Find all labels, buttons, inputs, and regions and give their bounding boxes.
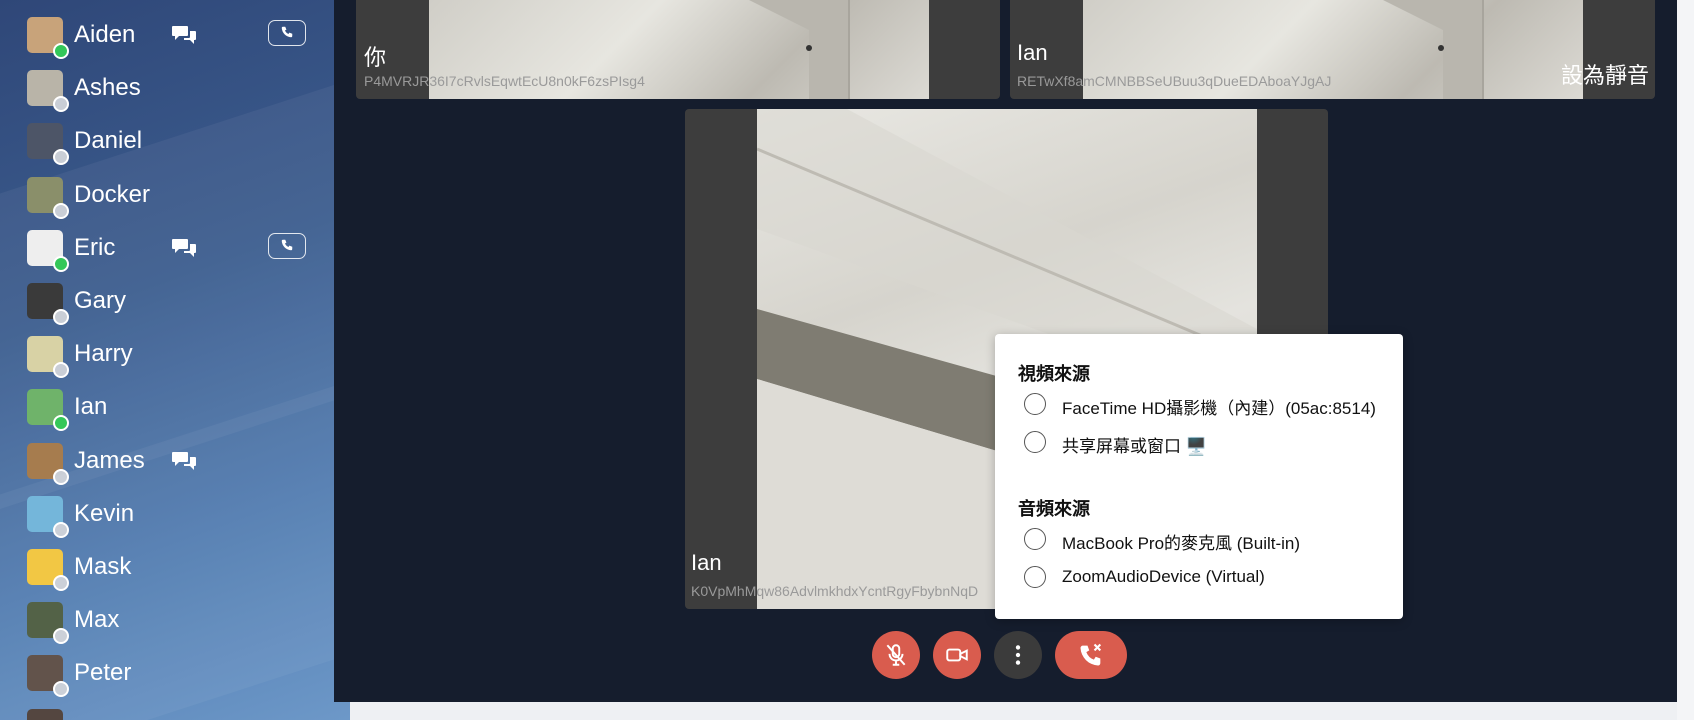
radio-button[interactable]: [1024, 431, 1046, 453]
contact-name: Ian: [74, 393, 108, 421]
offline-status-icon: [53, 575, 69, 591]
offline-status-icon: [53, 309, 69, 325]
participant-id: P4MVRJR36I7cRvlsEqwtEcU8n0kF6zsPIsg4: [364, 73, 645, 89]
participant-id: RETwXf8amCMNBBSeUBuu3qDueEDAboaYJgAJ: [1017, 73, 1332, 89]
contact-item-ian[interactable]: Ian: [0, 380, 340, 433]
contact-name: Kevin: [74, 499, 135, 527]
contact-item-peter[interactable]: Peter: [0, 646, 340, 699]
phone-hangup-icon: [1080, 643, 1102, 666]
contact-name: Eric: [74, 233, 116, 261]
chat-bubbles-icon[interactable]: [171, 450, 197, 472]
hang-up-button[interactable]: [1055, 631, 1127, 679]
device-source-menu: 視頻來源 FaceTime HD攝影機（內建）(05ac:8514) 共享屏幕或…: [995, 334, 1403, 619]
option-label: MacBook Pro的麥克風 (Built-in): [1062, 534, 1301, 553]
contact-name: James: [74, 446, 145, 474]
contact-name: Harry: [74, 340, 133, 368]
offline-status-icon: [53, 521, 69, 538]
offline-status-icon: [53, 628, 69, 645]
call-button[interactable]: [268, 232, 306, 259]
video-source-title: 視頻來源: [1018, 364, 1090, 384]
camera-toggle-button[interactable]: [933, 631, 981, 679]
contact-item-eric[interactable]: Eric: [0, 221, 340, 274]
call-button[interactable]: [268, 20, 306, 46]
participant-name: Ian: [691, 550, 722, 575]
offline-status-icon: [53, 202, 69, 219]
participant-id: K0VpMhMqw86AdvlmkhdxYcntRgyFbybnNqD: [691, 583, 979, 599]
contact-item-gary[interactable]: Gary: [0, 274, 340, 327]
contact-item-partial-bottom[interactable]: [0, 700, 340, 720]
chat-bubbles-icon[interactable]: [171, 237, 197, 259]
contact-item-ashes[interactable]: Ashes: [0, 61, 340, 114]
contact-item-james[interactable]: James: [0, 434, 340, 487]
video-camera-icon: [946, 648, 968, 662]
contact-name: Max: [74, 606, 120, 634]
contact-item-harry[interactable]: Harry: [0, 327, 340, 380]
contact-name: Gary: [74, 287, 127, 314]
duck-avatar: [27, 549, 63, 585]
contact-name: Docker: [74, 180, 151, 208]
portrait-avatar: [27, 708, 63, 720]
offline-status-icon: [53, 468, 69, 485]
phone-icon: [281, 26, 293, 38]
contact-name: Aiden: [74, 21, 136, 48]
chat-bubbles-icon[interactable]: [171, 24, 197, 46]
video-tile-self[interactable]: 你 P4MVRJR36I7cRvlsEqwtEcU8n0kF6zsPIsg4: [356, 0, 1000, 99]
offline-status-icon: [53, 681, 69, 698]
phone-icon: [281, 239, 293, 251]
option-label: 共享屏幕或窗口 🖥️: [1062, 437, 1207, 456]
online-status-icon: [53, 43, 69, 59]
contact-name: Mask: [74, 553, 132, 580]
contact-name: Ashes: [74, 74, 141, 102]
more-vertical-icon: [1015, 645, 1021, 665]
contact-item-daniel[interactable]: Daniel: [0, 114, 340, 167]
mute-mic-button[interactable]: [872, 631, 920, 679]
online-status-icon: [53, 415, 69, 432]
option-label: ZoomAudioDevice (Virtual): [1062, 567, 1265, 586]
participant-name: Ian: [1017, 40, 1048, 65]
contact-item-kevin[interactable]: Kevin: [0, 487, 340, 540]
offline-status-icon: [53, 96, 69, 113]
portrait-avatar: [27, 655, 63, 692]
contact-item-mask[interactable]: Mask: [0, 540, 340, 593]
window-edge: [1677, 0, 1694, 720]
more-options-button[interactable]: [994, 631, 1042, 679]
mic-off-icon: [886, 644, 906, 666]
video-tile-ian-1[interactable]: Ian RETwXf8amCMNBBSeUBuu3qDueEDAboaYJgAJ…: [1010, 0, 1655, 99]
contact-item-max[interactable]: Max: [0, 593, 340, 646]
participant-name: 你: [364, 45, 387, 70]
contact-sidebar: Aiden Ashes Daniel Docker Eric Gary Harry Ian Ja…: [0, 0, 350, 720]
radio-button[interactable]: [1024, 393, 1046, 415]
offline-status-icon: [53, 362, 69, 379]
contact-item-aiden[interactable]: Aiden: [0, 8, 340, 61]
online-status-icon: [53, 255, 69, 272]
contact-name: Daniel: [74, 127, 143, 155]
contact-item-docker[interactable]: Docker: [0, 168, 340, 221]
mute-participant-button[interactable]: 設為靜音: [1561, 58, 1649, 90]
radio-button[interactable]: [1024, 528, 1046, 550]
contact-name: Peter: [74, 659, 132, 687]
radio-button[interactable]: [1024, 566, 1046, 588]
cartoon-avatar: [27, 602, 63, 639]
offline-status-icon: [53, 149, 69, 166]
audio-source-title: 音頻來源: [1018, 499, 1090, 519]
option-label: FaceTime HD攝影機（內建）(05ac:8514): [1062, 399, 1376, 418]
contact-item-partial-top[interactable]: [0, 0, 340, 8]
dolphin-avatar: [27, 495, 63, 532]
